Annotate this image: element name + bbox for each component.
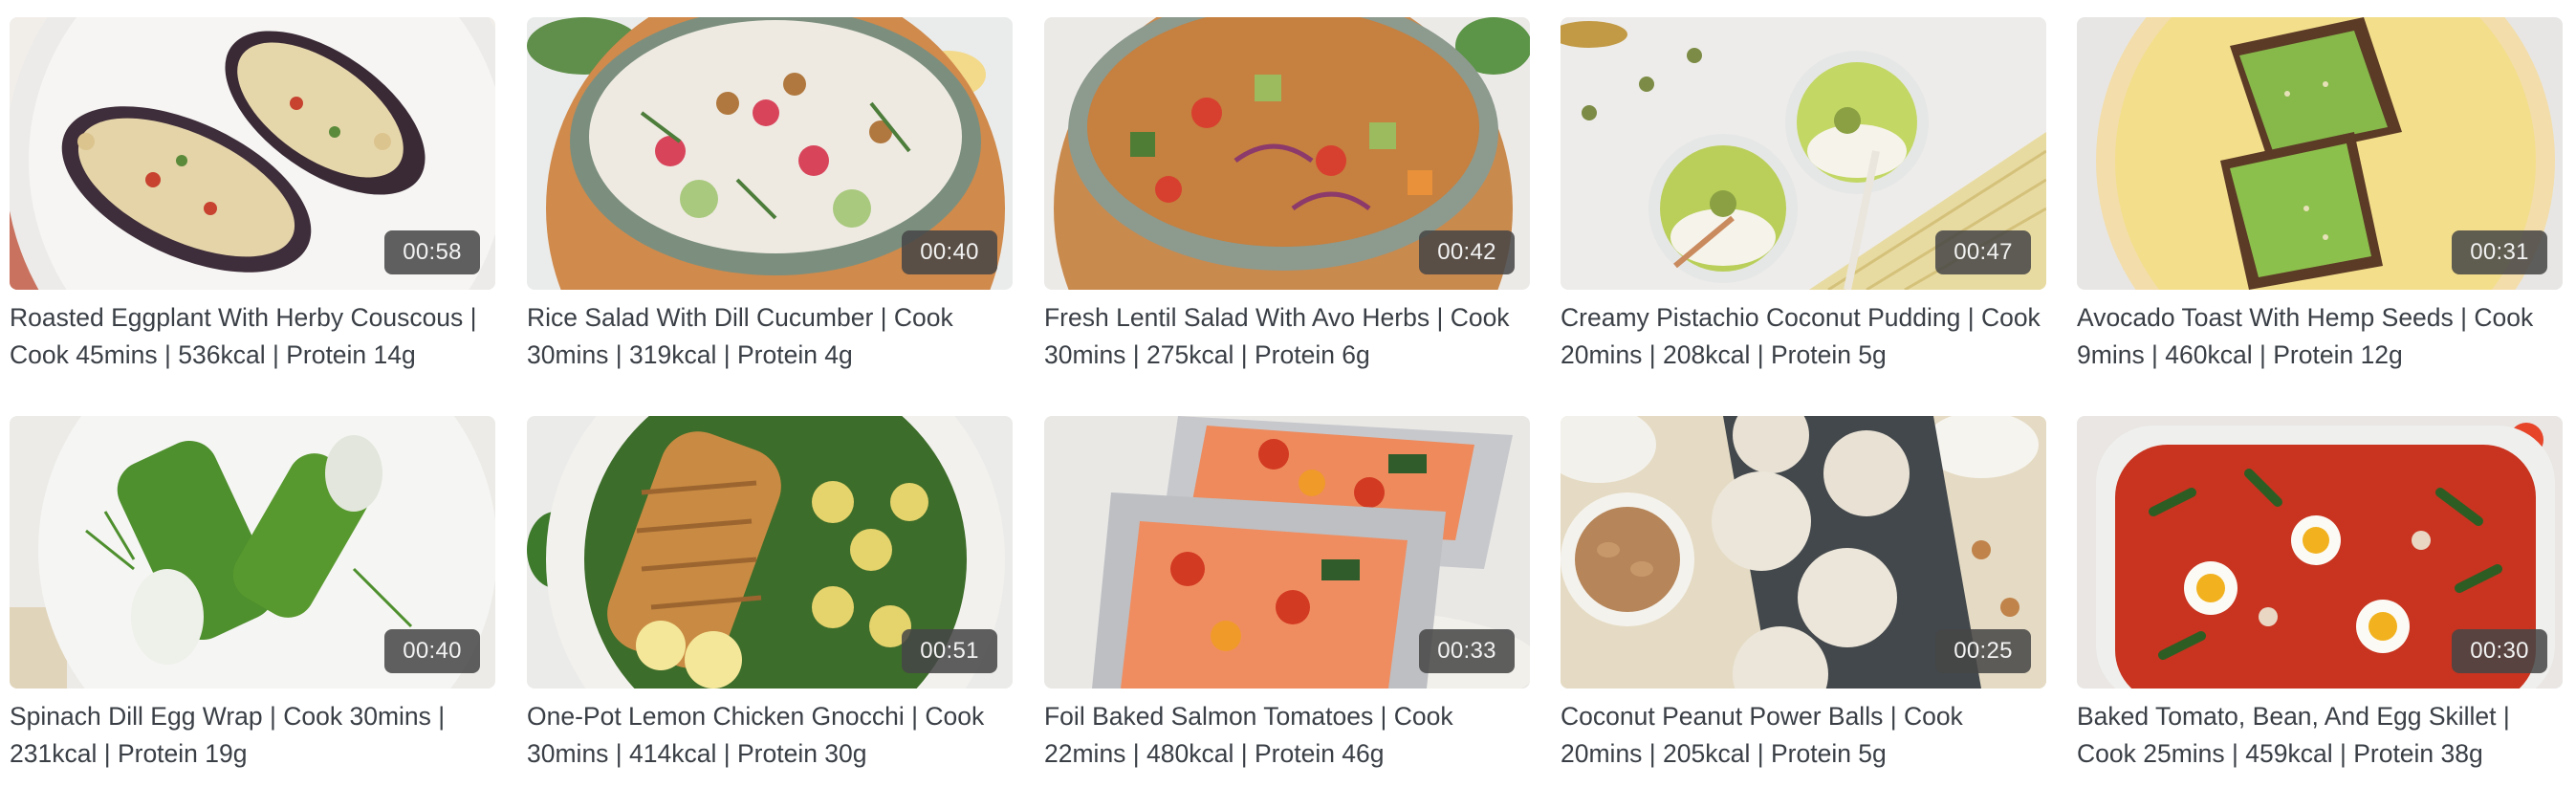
recipe-title[interactable]: Avocado Toast With Hemp Seeds | Cook 9mi…	[2077, 299, 2563, 374]
recipe-card-lentil-salad[interactable]: 00:42 Fresh Lentil Salad With Avo Herbs …	[1044, 17, 1530, 374]
recipe-card-roasted-eggplant[interactable]: 00:58 Roasted Eggplant With Herby Cousco…	[10, 17, 495, 374]
video-thumbnail[interactable]: 00:31	[2077, 17, 2563, 290]
recipe-title[interactable]: Foil Baked Salmon Tomatoes | Cook 22mins…	[1044, 698, 1530, 773]
recipe-title[interactable]: Creamy Pistachio Coconut Pudding | Cook …	[1561, 299, 2046, 374]
recipe-title[interactable]: Baked Tomato, Bean, And Egg Skillet | Co…	[2077, 698, 2563, 773]
video-thumbnail[interactable]: 00:58	[10, 17, 495, 290]
video-thumbnail[interactable]: 00:47	[1561, 17, 2046, 290]
video-duration-badge: 00:58	[384, 230, 480, 274]
recipe-card-pistachio-pudding[interactable]: 00:47 Creamy Pistachio Coconut Pudding |…	[1561, 17, 2046, 374]
video-duration-badge: 00:40	[902, 230, 997, 274]
video-duration-badge: 00:40	[384, 629, 480, 673]
video-duration-badge: 00:47	[1935, 230, 2031, 274]
video-thumbnail[interactable]: 00:33	[1044, 416, 1530, 689]
recipe-card-foil-salmon[interactable]: 00:33 Foil Baked Salmon Tomatoes | Cook …	[1044, 416, 1530, 773]
video-thumbnail[interactable]: 00:30	[2077, 416, 2563, 689]
video-thumbnail[interactable]: 00:51	[527, 416, 1013, 689]
video-duration-badge: 00:25	[1935, 629, 2031, 673]
video-thumbnail[interactable]: 00:40	[527, 17, 1013, 290]
video-duration-badge: 00:42	[1419, 230, 1515, 274]
video-duration-badge: 00:30	[2452, 629, 2547, 673]
recipe-title[interactable]: Coconut Peanut Power Balls | Cook 20mins…	[1561, 698, 2046, 773]
video-duration-badge: 00:31	[2452, 230, 2547, 274]
video-duration-badge: 00:51	[902, 629, 997, 673]
recipe-card-rice-salad[interactable]: 00:40 Rice Salad With Dill Cucumber | Co…	[527, 17, 1013, 374]
recipe-card-avocado-toast[interactable]: 00:31 Avocado Toast With Hemp Seeds | Co…	[2077, 17, 2563, 374]
recipe-title[interactable]: Spinach Dill Egg Wrap | Cook 30mins | 23…	[10, 698, 495, 773]
recipe-title[interactable]: Fresh Lentil Salad With Avo Herbs | Cook…	[1044, 299, 1530, 374]
recipe-title[interactable]: One-Pot Lemon Chicken Gnocchi | Cook 30m…	[527, 698, 1013, 773]
recipe-card-spinach-wrap[interactable]: 00:40 Spinach Dill Egg Wrap | Cook 30min…	[10, 416, 495, 773]
recipe-card-chicken-gnocchi[interactable]: 00:51 One-Pot Lemon Chicken Gnocchi | Co…	[527, 416, 1013, 773]
video-thumbnail[interactable]: 00:25	[1561, 416, 2046, 689]
video-thumbnail[interactable]: 00:40	[10, 416, 495, 689]
recipe-card-egg-skillet[interactable]: 00:30 Baked Tomato, Bean, And Egg Skille…	[2077, 416, 2563, 773]
video-thumbnail[interactable]: 00:42	[1044, 17, 1530, 290]
recipe-title[interactable]: Roasted Eggplant With Herby Couscous | C…	[10, 299, 495, 374]
recipe-title[interactable]: Rice Salad With Dill Cucumber | Cook 30m…	[527, 299, 1013, 374]
recipe-video-grid: 00:58 Roasted Eggplant With Herby Cousco…	[0, 0, 2576, 787]
video-duration-badge: 00:33	[1419, 629, 1515, 673]
recipe-card-power-balls[interactable]: 00:25 Coconut Peanut Power Balls | Cook …	[1561, 416, 2046, 773]
